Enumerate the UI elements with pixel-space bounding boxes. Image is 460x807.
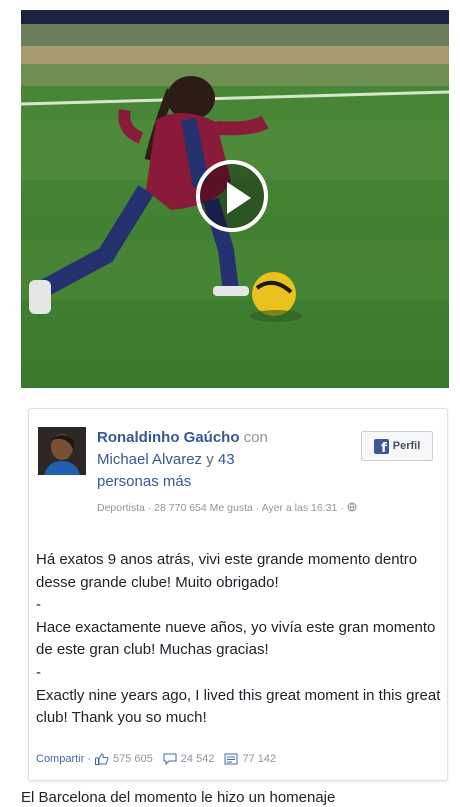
post-footer: Compartir · 575 605 24 542 77 142 xyxy=(36,753,282,765)
post-header: Ronaldinho Gaúcho con Michael Alvarez y … xyxy=(97,427,345,493)
post-meta: Deportista · 28 770 654 Me gusta · Ayer … xyxy=(97,501,357,516)
others-word: personas más xyxy=(97,473,192,490)
and-word: y xyxy=(206,451,214,468)
like-count: 575 605 xyxy=(113,753,153,765)
play-button[interactable] xyxy=(196,160,268,232)
post-body: Há exatos 9 anos atrás, vivi este grande… xyxy=(36,549,442,730)
like-icon[interactable] xyxy=(95,753,109,765)
tagged-user[interactable]: Michael Alvarez xyxy=(97,451,202,468)
profile-button-label: Perfil xyxy=(392,440,421,452)
share-icon[interactable] xyxy=(224,753,238,765)
globe-icon xyxy=(347,502,357,512)
facebook-post-card: Ronaldinho Gaúcho con Michael Alvarez y … xyxy=(28,408,448,781)
profile-button[interactable]: Perfil xyxy=(361,431,433,461)
avatar-image xyxy=(38,427,86,475)
meta-text: Deportista · 28 770 654 Me gusta · Ayer … xyxy=(97,502,344,514)
post-separator: - xyxy=(36,663,41,681)
post-text-es: Hace exactamente nueve años, yo vivía es… xyxy=(36,618,436,659)
avatar[interactable] xyxy=(38,427,86,475)
share-count: 77 142 xyxy=(242,753,277,765)
bottom-caption: El Barcelona del momento le hizo un home… xyxy=(21,789,336,806)
post-separator: - xyxy=(36,596,41,614)
post-text-en: Exactly nine years ago, I lived this gre… xyxy=(36,686,441,727)
with-word: con xyxy=(243,429,268,446)
share-link[interactable]: Compartir · xyxy=(36,753,91,765)
author-name[interactable]: Ronaldinho Gaúcho xyxy=(97,429,240,446)
video-player[interactable] xyxy=(21,10,449,388)
post-text-pt: Há exatos 9 anos atrás, vivi este grande… xyxy=(36,551,418,591)
others-count: 43 xyxy=(217,451,235,468)
play-icon xyxy=(227,182,251,214)
comment-count: 24 542 xyxy=(180,753,215,765)
comment-icon[interactable] xyxy=(163,753,177,765)
facebook-icon xyxy=(373,438,389,456)
